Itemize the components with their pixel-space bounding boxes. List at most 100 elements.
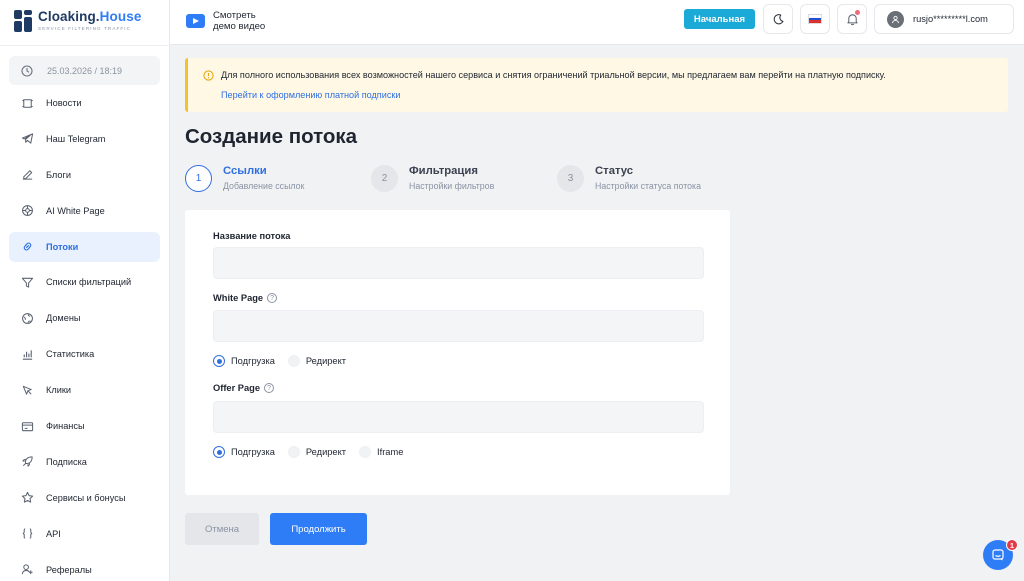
sidebar-item-label: Новости xyxy=(46,98,82,108)
sidebar-item-statistics[interactable]: Статистика xyxy=(9,339,160,369)
link-icon xyxy=(23,242,32,251)
logo-title-accent: House xyxy=(99,9,142,25)
cancel-button[interactable]: Отмена xyxy=(185,513,259,545)
help-icon[interactable]: ? xyxy=(267,293,278,303)
sidebar-item-finance[interactable]: Финансы xyxy=(9,411,160,441)
logo-tagline: SERVICE FILTERING TRAFFIC xyxy=(38,25,132,31)
sidebar-item-label: Рефералы xyxy=(46,564,92,575)
page-title: Создание потока xyxy=(185,125,358,148)
offer-page-input[interactable] xyxy=(213,401,704,433)
sidebar-item-label: Списки фильтраций xyxy=(46,277,132,288)
sidebar-item-label: Клики xyxy=(46,385,71,396)
radio-checked-icon xyxy=(213,355,225,367)
telegram-icon xyxy=(21,133,34,145)
continue-button[interactable]: Продолжить xyxy=(270,513,367,545)
radio-unchecked-icon xyxy=(287,355,300,367)
white-page-label: White Page ? xyxy=(213,293,278,303)
step-title: Статус xyxy=(595,165,634,177)
offer-page-label: Offer Page ? xyxy=(213,383,275,393)
sidebar-item-referrals[interactable]: Рефералы xyxy=(9,555,160,581)
sidebar-item-telegram[interactable]: Наш Telegram xyxy=(9,124,160,154)
top-header: Смотреть демо видео Начальная rusjo*****… xyxy=(170,0,1024,45)
star-icon xyxy=(21,492,34,503)
sidebar-item-api[interactable]: API xyxy=(9,519,160,549)
radio-unchecked-icon xyxy=(359,446,372,458)
stream-form-card: Название потока White Page ? Подгрузка Р… xyxy=(185,210,730,495)
plan-badge-button[interactable]: Начальная xyxy=(684,9,755,29)
sidebar-item-streams[interactable]: Потоки xyxy=(9,231,160,262)
sidebar-item-blogs[interactable]: Блоги xyxy=(9,160,160,190)
warning-icon xyxy=(203,70,214,81)
chat-unread-badge: 1 xyxy=(1006,539,1018,551)
clock-icon xyxy=(21,64,33,77)
sidebar-item-subscription[interactable]: Подписка xyxy=(9,447,160,477)
stream-name-input[interactable] xyxy=(213,247,704,279)
stream-name-label: Название потока xyxy=(213,231,290,241)
upgrade-subscription-link[interactable]: Перейти к оформлению платной подписки xyxy=(221,90,400,100)
step-filtering[interactable]: 2 Фильтрация Настройки фильтров xyxy=(371,165,494,192)
demo-video-line2: демо видео xyxy=(213,21,266,32)
sidebar-item-label: Подписка xyxy=(46,456,87,467)
radio-label: Iframe xyxy=(377,447,404,457)
moon-icon xyxy=(773,13,783,24)
sidebar-item-clicks[interactable]: Клики xyxy=(9,375,160,405)
white-page-input[interactable] xyxy=(213,310,704,342)
datetime-box: 25.03.2026 / 18:19 xyxy=(9,56,160,85)
demo-video-link[interactable]: Смотреть демо видео xyxy=(186,10,265,32)
step-number: 3 xyxy=(557,165,584,192)
globe-icon xyxy=(22,312,33,324)
radio-label: Редирект xyxy=(305,447,347,457)
wallet-icon xyxy=(21,421,34,431)
sidebar-item-domains[interactable]: Домены xyxy=(9,303,160,333)
offer-page-mode-redirect-radio[interactable]: Редирект xyxy=(287,446,347,458)
step-subtitle: Добавление ссылок xyxy=(223,181,305,191)
sidebar-item-news[interactable]: Новости xyxy=(9,88,160,118)
sidebar: Cloaking.House SERVICE FILTERING TRAFFIC… xyxy=(0,0,170,581)
sidebar-divider xyxy=(0,45,170,46)
logo-text: Cloaking.House SERVICE FILTERING TRAFFIC xyxy=(38,10,141,31)
step-status[interactable]: 3 Статус Настройки статуса потока xyxy=(557,165,701,192)
step-title: Ссылки xyxy=(223,165,267,177)
white-page-mode-load-radio[interactable]: Подгрузка xyxy=(213,355,275,367)
radio-checked-icon xyxy=(213,446,225,458)
avatar xyxy=(887,10,904,28)
step-number: 2 xyxy=(371,165,398,192)
step-number: 1 xyxy=(185,165,212,192)
cursor-icon xyxy=(22,385,32,395)
step-subtitle: Настройки статуса потока xyxy=(595,181,701,191)
stream-name-label-text: Название потока xyxy=(213,231,291,241)
radio-label: Редирект xyxy=(305,356,347,366)
user-menu[interactable]: rusjo*********l.com xyxy=(874,4,1014,34)
demo-video-text: Смотреть демо видео xyxy=(213,10,265,32)
logo-title-main: Cloaking. xyxy=(38,9,100,25)
offer-page-mode-group: Подгрузка Редирект Iframe xyxy=(213,446,416,458)
rocket-icon xyxy=(22,456,33,468)
offer-page-label-text: Offer Page xyxy=(213,383,261,393)
offer-page-mode-iframe-radio[interactable]: Iframe xyxy=(359,446,403,458)
step-links[interactable]: 1 Ссылки Добавление ссылок xyxy=(185,165,304,192)
sidebar-item-filter-lists[interactable]: Списки фильтраций xyxy=(9,267,160,297)
sidebar-item-label: Финансы xyxy=(46,421,85,432)
white-page-mode-group: Подгрузка Редирект xyxy=(213,355,359,367)
sidebar-item-label: Статистика xyxy=(46,349,95,360)
logo-mark-icon xyxy=(14,10,32,32)
user-icon xyxy=(892,15,899,23)
logo[interactable]: Cloaking.House SERVICE FILTERING TRAFFIC xyxy=(14,8,164,34)
sidebar-item-label: API xyxy=(46,528,61,539)
notifications-button[interactable] xyxy=(837,4,867,34)
offer-page-mode-load-radio[interactable]: Подгрузка xyxy=(213,446,275,458)
chat-icon xyxy=(992,549,1004,561)
sidebar-item-label: Потоки xyxy=(46,241,79,252)
help-icon[interactable]: ? xyxy=(264,383,275,393)
radio-label: Подгрузка xyxy=(231,356,275,366)
chart-icon xyxy=(22,350,33,360)
sidebar-item-services-bonuses[interactable]: Сервисы и бонусы xyxy=(9,483,160,513)
radio-label: Подгрузка xyxy=(231,447,275,457)
language-button[interactable] xyxy=(800,4,830,34)
demo-video-line1: Смотреть xyxy=(213,10,256,21)
white-page-mode-redirect-radio[interactable]: Редирект xyxy=(287,355,347,367)
sidebar-item-ai-white-page[interactable]: AI White Page xyxy=(9,196,160,226)
pen-icon xyxy=(22,170,33,180)
step-title: Фильтрация xyxy=(409,165,478,177)
theme-toggle-button[interactable] xyxy=(763,4,793,34)
